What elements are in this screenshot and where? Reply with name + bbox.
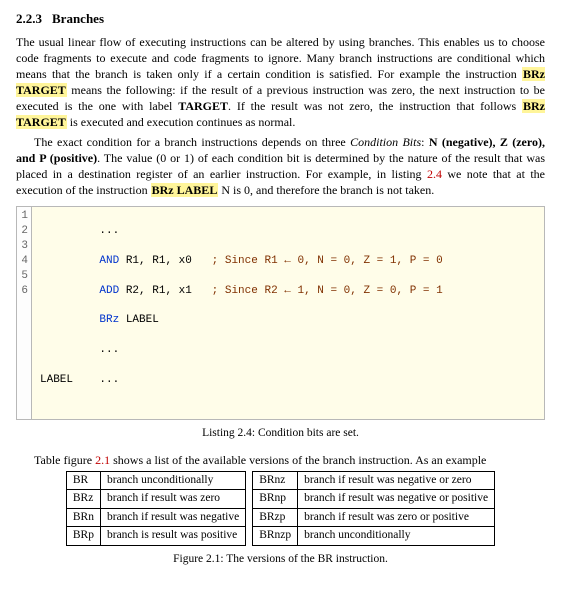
br-table-left: BRbranch unconditionally BRzbranch if re… (66, 471, 246, 546)
table-row: BRnpbranch if result was negative or pos… (253, 490, 495, 509)
line-gutter: 1 2 3 4 5 6 (17, 207, 32, 419)
table-row: BRbranch unconditionally (66, 471, 245, 490)
inline-code: BRz LABEL (151, 183, 219, 197)
paragraph-2: The exact condition for a branch instruc… (16, 134, 545, 199)
label-ref: TARGET (178, 99, 228, 113)
code-body: ... AND R1, R1, x0 ; Since R1 ← 0, N = 0… (32, 207, 451, 419)
table-row: BRzbranch if result was zero (66, 490, 245, 509)
listing-caption: Listing 2.4: Condition bits are set. (16, 426, 545, 442)
section-title: Branches (52, 11, 104, 26)
section-number: 2.2.3 (16, 11, 42, 26)
paragraph-1: The usual linear flow of executing instr… (16, 34, 545, 131)
br-table-right: BRnzbranch if result was negative or zer… (252, 471, 495, 546)
table-row: BRpbranch is result was positive (66, 527, 245, 546)
table-row: BRnbranch if result was negative (66, 508, 245, 527)
br-table: BRbranch unconditionally BRzbranch if re… (16, 471, 545, 546)
section-heading: 2.2.3 Branches (16, 10, 545, 28)
table-row: BRnzpbranch unconditionally (253, 527, 495, 546)
table-row: BRnzbranch if result was negative or zer… (253, 471, 495, 490)
table-row: BRzpbranch if result was zero or positiv… (253, 508, 495, 527)
table-intro: Table figure 2.1 shows a list of the ava… (16, 452, 545, 468)
code-listing: 1 2 3 4 5 6 ... AND R1, R1, x0 ; Since R… (16, 206, 545, 420)
figure-caption: Figure 2.1: The versions of the BR instr… (16, 552, 545, 568)
listing-ref[interactable]: 2.4 (427, 167, 442, 181)
figure-ref[interactable]: 2.1 (95, 453, 110, 467)
